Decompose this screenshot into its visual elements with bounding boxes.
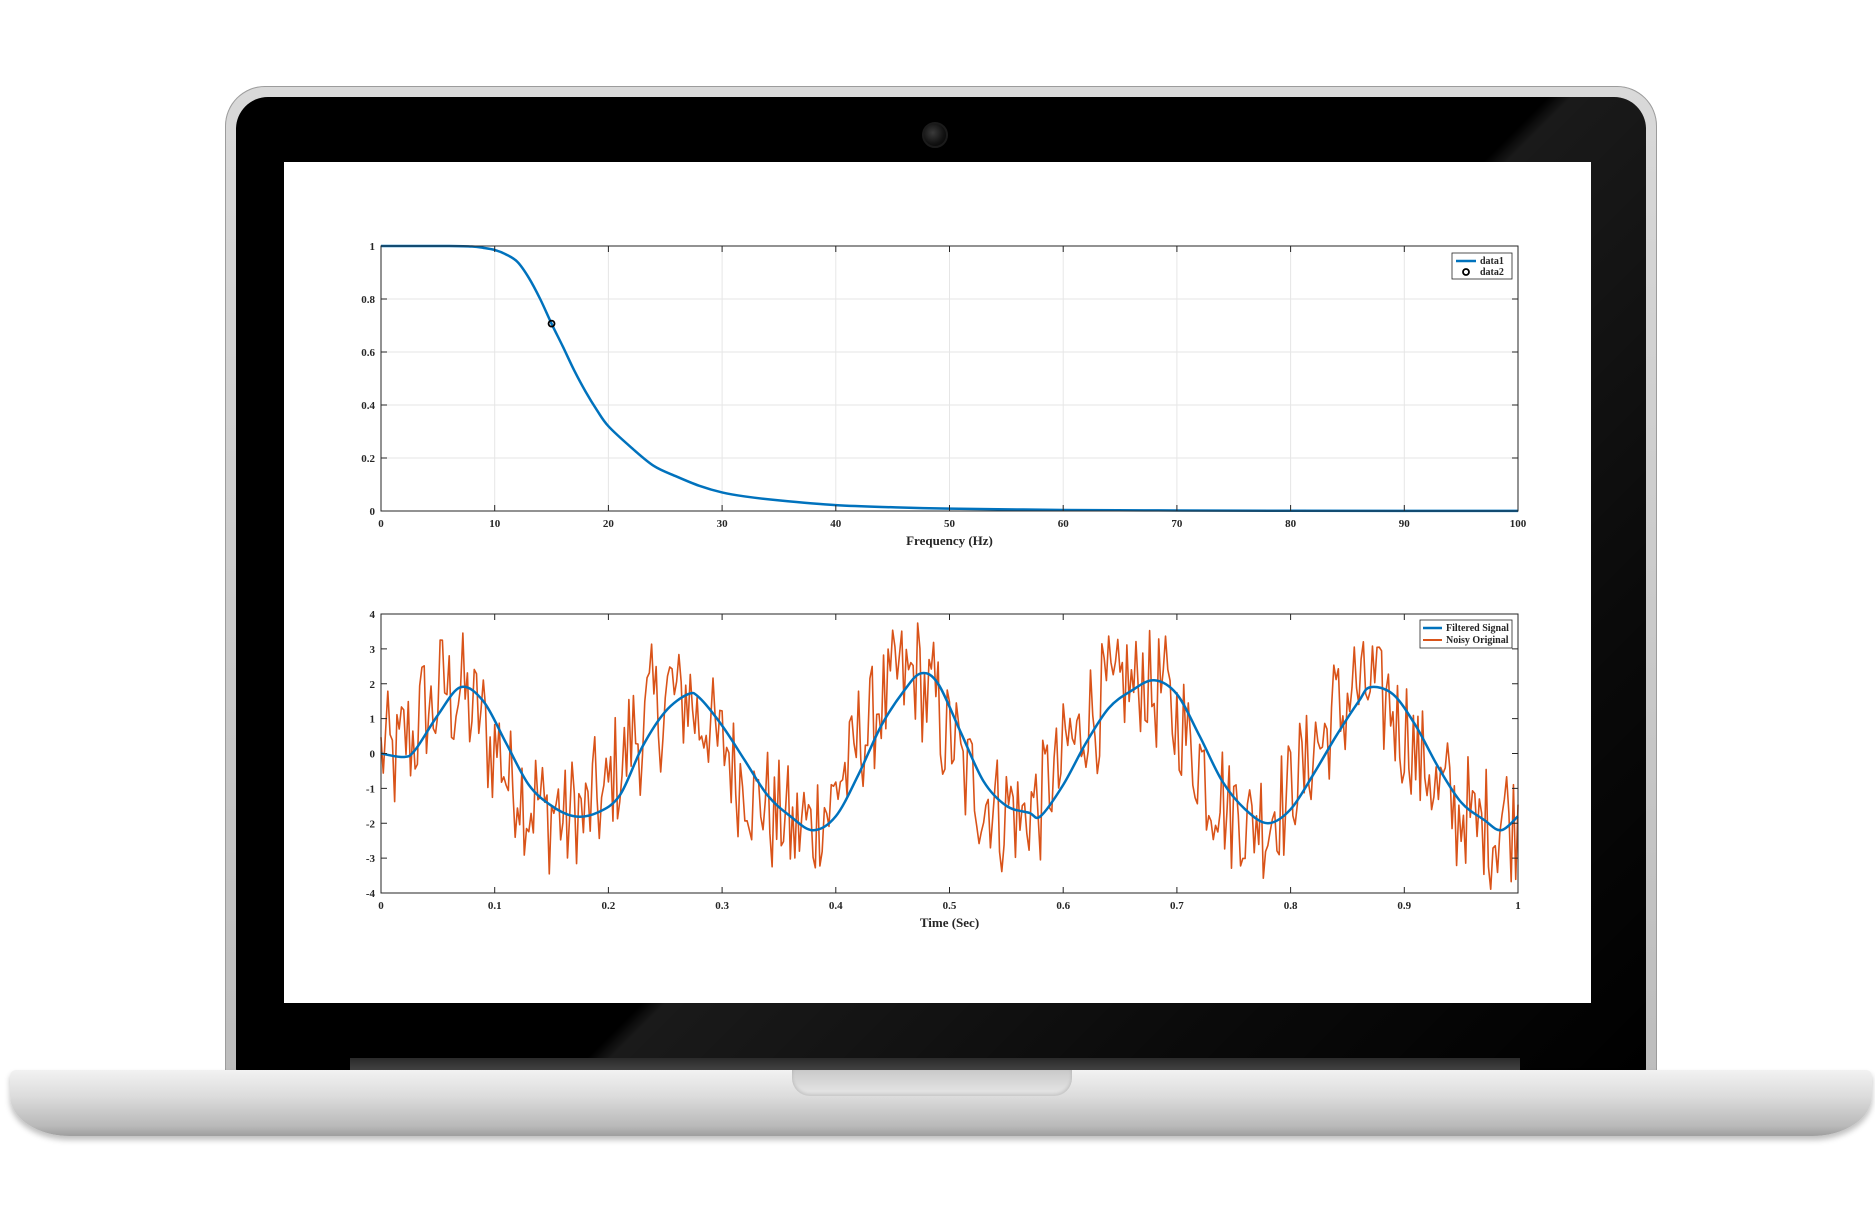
y-tick-label: 0 bbox=[370, 749, 376, 761]
x-tick-label: 0.5 bbox=[943, 900, 957, 912]
x-tick-label: 0.7 bbox=[1170, 900, 1184, 912]
x-tick-label: 0.2 bbox=[602, 900, 616, 912]
x-tick-label: 0.3 bbox=[715, 900, 729, 912]
time-signal-chart: 0 0.1 0.2 0.3 0.4 0.5 0.6 0.7 0.8 0.9 1 -4 -3 -2 -1 0 1 2… bbox=[366, 609, 1521, 930]
x-tick-label: 60 bbox=[1058, 518, 1070, 530]
chart2-ticks: 0 0.1 0.2 0.3 0.4 0.5 0.6 0.7 0.8 0.9 1 -4 -3 -2 -1 0 1 2… bbox=[366, 609, 1521, 912]
chart2-legend: Filtered Signal Noisy Original bbox=[1419, 619, 1513, 649]
legend-label-data2: data2 bbox=[1480, 267, 1504, 278]
x-tick-label: 70 bbox=[1171, 518, 1183, 530]
x-tick-label: 100 bbox=[1510, 518, 1527, 530]
webcam-icon bbox=[922, 122, 948, 148]
chart1-grid bbox=[380, 245, 1519, 512]
trackpad-notch bbox=[792, 1070, 1072, 1096]
series-line-noisy-original bbox=[380, 622, 1519, 891]
y-tick-label: -2 bbox=[366, 818, 376, 830]
y-tick-label: -3 bbox=[366, 853, 376, 865]
y-tick-label: 0.4 bbox=[361, 400, 375, 412]
legend-label-data1: data1 bbox=[1480, 256, 1504, 267]
frequency-response-chart: 0 10 20 30 40 50 60 70 80 90 100 0 0.2 0.4 0.6 0.8 1 Fre… bbox=[361, 241, 1527, 548]
x-tick-label: 90 bbox=[1399, 518, 1411, 530]
y-tick-label: 4 bbox=[370, 609, 376, 621]
y-tick-label: 3 bbox=[370, 644, 376, 656]
x-tick-label: 0.4 bbox=[829, 900, 843, 912]
x-tick-label: 40 bbox=[830, 518, 842, 530]
y-tick-label: 0.6 bbox=[361, 347, 375, 359]
x-tick-label: 30 bbox=[717, 518, 729, 530]
x-tick-label: 0 bbox=[378, 518, 384, 530]
x-tick-label: 1 bbox=[1515, 900, 1521, 912]
x-tick-label: 0.8 bbox=[1284, 900, 1298, 912]
x-tick-label: 50 bbox=[944, 518, 956, 530]
y-tick-label: -4 bbox=[366, 888, 376, 900]
screen-display: 0 10 20 30 40 50 60 70 80 90 100 0 0.2 0.4 0.6 0.8 1 Fre… bbox=[284, 162, 1591, 1003]
chart1-legend: data1 data2 bbox=[1451, 252, 1513, 280]
y-tick-label: 1 bbox=[370, 714, 376, 726]
y-tick-label: 0 bbox=[370, 506, 376, 518]
y-tick-label: 0.2 bbox=[361, 453, 375, 465]
x-tick-label: 0.6 bbox=[1056, 900, 1070, 912]
x-tick-label: 0.9 bbox=[1397, 900, 1411, 912]
y-tick-label: 2 bbox=[370, 679, 376, 691]
y-tick-label: 0.8 bbox=[361, 294, 375, 306]
x-tick-label: 10 bbox=[489, 518, 501, 530]
figure-canvas: 0 10 20 30 40 50 60 70 80 90 10000.20.40.60.81 Fre… bbox=[361, 241, 1527, 930]
legend-label-filtered-signal: Filtered Signal bbox=[1446, 623, 1509, 634]
chart2-x-axis-label: Time (Sec) bbox=[920, 915, 979, 930]
chart2-series bbox=[380, 622, 1519, 891]
x-tick-label: 0.1 bbox=[488, 900, 502, 912]
legend-label-noisy-original: Noisy Original bbox=[1446, 635, 1509, 646]
chart2-axes-frame bbox=[380, 613, 1519, 894]
y-tick-label: 1 bbox=[370, 241, 376, 253]
x-tick-label: 80 bbox=[1285, 518, 1297, 530]
x-tick-label: 0 bbox=[378, 900, 384, 912]
chart1-ticks: 0 10 20 30 40 50 60 70 80 90 100 0 0.2 0.4 0.6 0.8 1 bbox=[361, 241, 1527, 530]
laptop-mockup: 0 10 20 30 40 50 60 70 80 90 100 0 0.2 0.4 0.6 0.8 1 Fre… bbox=[0, 0, 1875, 1218]
chart1-x-axis-label: Frequency (Hz) bbox=[906, 533, 993, 548]
y-tick-label: -1 bbox=[366, 783, 375, 795]
x-tick-label: 20 bbox=[603, 518, 615, 530]
